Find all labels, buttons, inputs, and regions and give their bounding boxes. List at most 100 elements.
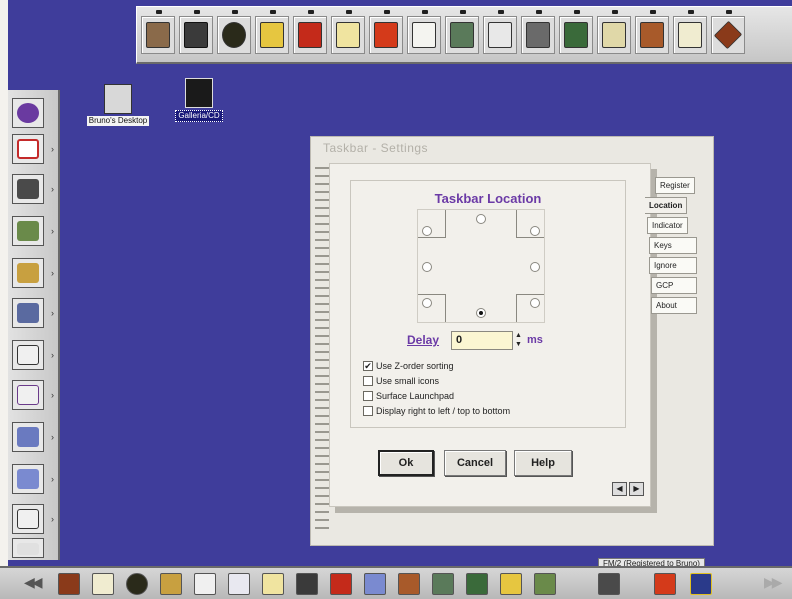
tab-indicator[interactable]: Indicator	[647, 217, 688, 234]
top-launchpad-button-14[interactable]	[635, 9, 669, 54]
left-launchpad-button-1[interactable]	[12, 98, 44, 128]
radio-top[interactable]	[476, 214, 486, 224]
delay-spinner[interactable]: ▲ ▼	[515, 331, 523, 350]
checkbox-small-icons[interactable]: Use small icons	[363, 374, 439, 387]
game-icon	[17, 303, 39, 323]
checkbox-box[interactable]	[363, 375, 373, 386]
help-button[interactable]: Help	[514, 450, 572, 476]
left-launchpad-button-12[interactable]	[12, 538, 44, 558]
os2-4052-icon[interactable]	[364, 573, 386, 595]
taskbar-settings-window: Taskbar - Settings Taskbar Location Dela…	[310, 136, 714, 546]
checkbox-surface-launchpad[interactable]: Surface Launchpad	[363, 389, 454, 402]
radio-bottom-left[interactable]	[422, 298, 432, 308]
pen-icon[interactable]	[466, 573, 488, 595]
diamond-icon	[713, 20, 743, 49]
gallery-icon[interactable]	[398, 573, 420, 595]
left-launchpad-button-5[interactable]: ›	[12, 258, 54, 288]
radio-top-left[interactable]	[422, 226, 432, 236]
top-launchpad-button-7[interactable]	[369, 9, 403, 54]
top-launchpad-button-5[interactable]	[293, 9, 327, 54]
left-launchpad-button-2[interactable]: ›	[12, 134, 54, 164]
top-launchpad-button-12[interactable]	[559, 9, 593, 54]
top-launchpad-button-16[interactable]	[711, 9, 745, 54]
top-launchpad-button-3[interactable]	[217, 9, 251, 54]
radio-left[interactable]	[422, 262, 432, 272]
radio-bottom[interactable]	[476, 308, 486, 318]
top-launchpad-button-4[interactable]	[255, 9, 289, 54]
tab-keys[interactable]: Keys	[649, 237, 697, 254]
projector-icon	[185, 78, 213, 108]
desktop-icon-brunos-desktop[interactable]: Bruno's Desktop	[76, 84, 160, 126]
window-list-icon	[17, 509, 39, 529]
top-launchpad	[136, 6, 792, 64]
left-launchpad-button-4[interactable]: ›	[12, 216, 54, 246]
radio-bottom-right[interactable]	[530, 298, 540, 308]
browser-icon	[17, 427, 39, 447]
checkbox-box[interactable]	[363, 390, 373, 401]
tab-gcp[interactable]: GCP	[651, 277, 697, 294]
notebook-page: Taskbar Location Delay 0 ▲ ▼ ms ✔ Use Z-…	[329, 163, 651, 507]
top-launchpad-button-6[interactable]	[331, 9, 365, 54]
left-launchpad-button-3[interactable]: ›	[12, 174, 54, 204]
printer-icon	[17, 543, 39, 555]
folder-drawing-icon	[602, 21, 626, 48]
radio-top-right[interactable]	[530, 226, 540, 236]
window-icon[interactable]	[92, 573, 114, 595]
printer-icon[interactable]	[654, 573, 676, 595]
diamond-icon[interactable]	[58, 573, 80, 595]
radio-right[interactable]	[530, 262, 540, 272]
top-launchpad-button-15[interactable]	[673, 9, 707, 54]
disk-icon[interactable]	[534, 573, 556, 595]
top-launchpad-button-2[interactable]	[179, 9, 213, 54]
top-launchpad-button-8[interactable]	[407, 9, 441, 54]
scroll-right-icon[interactable]: ▶▶	[764, 574, 782, 591]
checkbox-right-to-left[interactable]: Display right to left / top to bottom	[363, 404, 510, 417]
checkbox-box[interactable]: ✔	[363, 360, 373, 371]
os2-icon	[17, 469, 39, 489]
top-launchpad-button-13[interactable]	[597, 9, 631, 54]
left-launchpad-button-7[interactable]: ›	[12, 340, 54, 370]
delay-label: Delay	[407, 333, 440, 347]
writer-icon[interactable]	[194, 573, 216, 595]
folder-icon	[336, 21, 360, 48]
star-icon[interactable]	[296, 573, 318, 595]
left-launchpad-button-6[interactable]: ›	[12, 298, 54, 328]
bag-icon[interactable]	[432, 573, 454, 595]
tab-register[interactable]: Register	[655, 177, 695, 194]
scroll-left-icon[interactable]: ◀◀	[24, 574, 42, 591]
cancel-button[interactable]: Cancel	[444, 450, 506, 476]
top-launchpad-button-11[interactable]	[521, 9, 555, 54]
fm-icon	[17, 179, 39, 199]
eye-icon[interactable]	[330, 573, 352, 595]
top-launchpad-button-1[interactable]	[141, 9, 175, 54]
checkbox-z-order[interactable]: ✔ Use Z-order sorting	[363, 359, 454, 372]
folder-icon[interactable]	[262, 573, 284, 595]
cd-icon[interactable]	[126, 573, 148, 595]
tab-about[interactable]: About	[651, 297, 697, 314]
ok-button[interactable]: Ok	[378, 450, 434, 476]
fm-icon[interactable]	[598, 573, 620, 595]
cabinet-icon	[184, 21, 208, 48]
document-icon[interactable]	[228, 573, 250, 595]
tab-ignore[interactable]: Ignore	[649, 257, 697, 274]
left-launchpad-button-9[interactable]: ›	[12, 422, 54, 452]
delay-input[interactable]: 0	[451, 331, 513, 350]
next-page-icon[interactable]: ▶	[629, 482, 644, 496]
penguin-icon[interactable]	[160, 573, 182, 595]
globe-icon	[17, 103, 39, 123]
top-launchpad-button-10[interactable]	[483, 9, 517, 54]
tab-location[interactable]: Location	[645, 197, 688, 214]
left-launchpad-button-10[interactable]: ›	[12, 464, 54, 494]
notebook-spiral	[315, 163, 329, 531]
card-file-icon	[412, 21, 436, 48]
writer-icon	[17, 345, 39, 365]
prev-page-icon[interactable]: ◀	[612, 482, 627, 496]
top-launchpad-button-9[interactable]	[445, 9, 479, 54]
left-launchpad-button-11[interactable]: ›	[12, 504, 54, 534]
group-title: Taskbar Location	[434, 191, 542, 206]
desktop-icon-galleria[interactable]: Galleria/CD	[170, 78, 228, 122]
computer-icon[interactable]	[690, 573, 712, 595]
cartoon-icon[interactable]	[500, 573, 522, 595]
left-launchpad-button-8[interactable]: ›	[12, 380, 54, 410]
checkbox-box[interactable]	[363, 405, 373, 416]
